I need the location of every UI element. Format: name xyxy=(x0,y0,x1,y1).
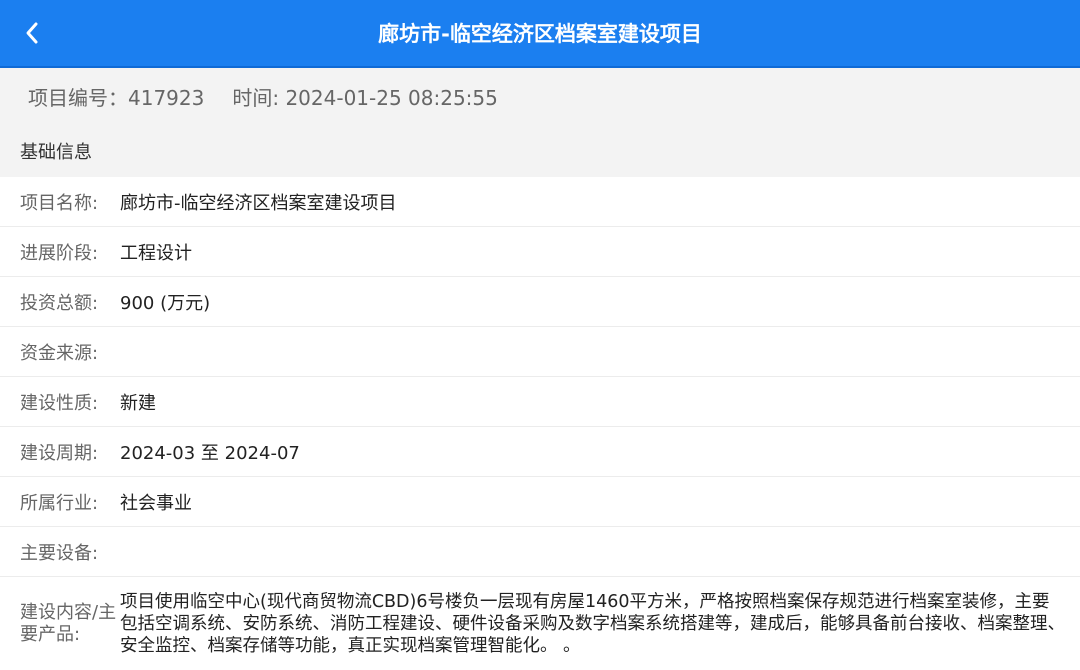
field-label: 投资总额: xyxy=(20,292,99,314)
project-time: 时间: 2024-01-25 08:25:55 xyxy=(232,85,498,110)
field-value: 项目使用临空中心(现代商贸物流CBD)6号楼负一层现有房屋1460平方米，严格按… xyxy=(120,592,1065,656)
field-label: 主要设备: xyxy=(20,542,99,564)
back-button[interactable] xyxy=(14,13,50,53)
field-label: 进展阶段: xyxy=(20,242,99,264)
field-value: 工程设计 xyxy=(120,242,192,264)
field-label: 建设性质: xyxy=(20,392,99,414)
project-meta-bar: 项目编号：417923 时间: 2024-01-25 08:25:55 xyxy=(0,68,1080,124)
field-value: 新建 xyxy=(120,392,156,414)
field-row-content: 建设内容/主要产品: 项目使用临空中心(现代商贸物流CBD)6号楼负一层现有房屋… xyxy=(0,577,1080,665)
project-number: 项目编号：417923 xyxy=(28,85,205,110)
field-row-project-name: 项目名称: 廊坊市-临空经济区档案室建设项目 xyxy=(0,177,1080,227)
field-row-funding-source: 资金来源: xyxy=(0,327,1080,377)
field-row-stage: 进展阶段: 工程设计 xyxy=(0,227,1080,277)
page-title: 廊坊市-临空经济区档案室建设项目 xyxy=(378,22,702,46)
field-label: 建设周期: xyxy=(20,442,99,464)
field-value: 2024-03 至 2024-07 xyxy=(120,442,300,464)
chevron-left-icon xyxy=(26,22,38,44)
field-value: 廊坊市-临空经济区档案室建设项目 xyxy=(120,192,397,214)
section-title: 基础信息 xyxy=(20,141,92,163)
field-label: 所属行业: xyxy=(20,492,99,514)
field-value: 社会事业 xyxy=(120,492,192,514)
field-label: 资金来源: xyxy=(20,342,99,364)
top-nav-bar: 廊坊市-临空经济区档案室建设项目 xyxy=(0,0,1080,68)
field-row-nature: 建设性质: 新建 xyxy=(0,377,1080,427)
field-value: 900 (万元) xyxy=(120,292,211,314)
field-row-period: 建设周期: 2024-03 至 2024-07 xyxy=(0,427,1080,477)
section-header-basic-info: 基础信息 xyxy=(0,124,1080,177)
field-row-equipment: 主要设备: xyxy=(0,527,1080,577)
field-row-investment: 投资总额: 900 (万元) xyxy=(0,277,1080,327)
field-label: 项目名称: xyxy=(20,192,99,214)
field-row-industry: 所属行业: 社会事业 xyxy=(0,477,1080,527)
info-list: 项目名称: 廊坊市-临空经济区档案室建设项目 进展阶段: 工程设计 投资总额: … xyxy=(0,177,1080,665)
field-label: 建设内容/主要产品: xyxy=(20,602,117,645)
